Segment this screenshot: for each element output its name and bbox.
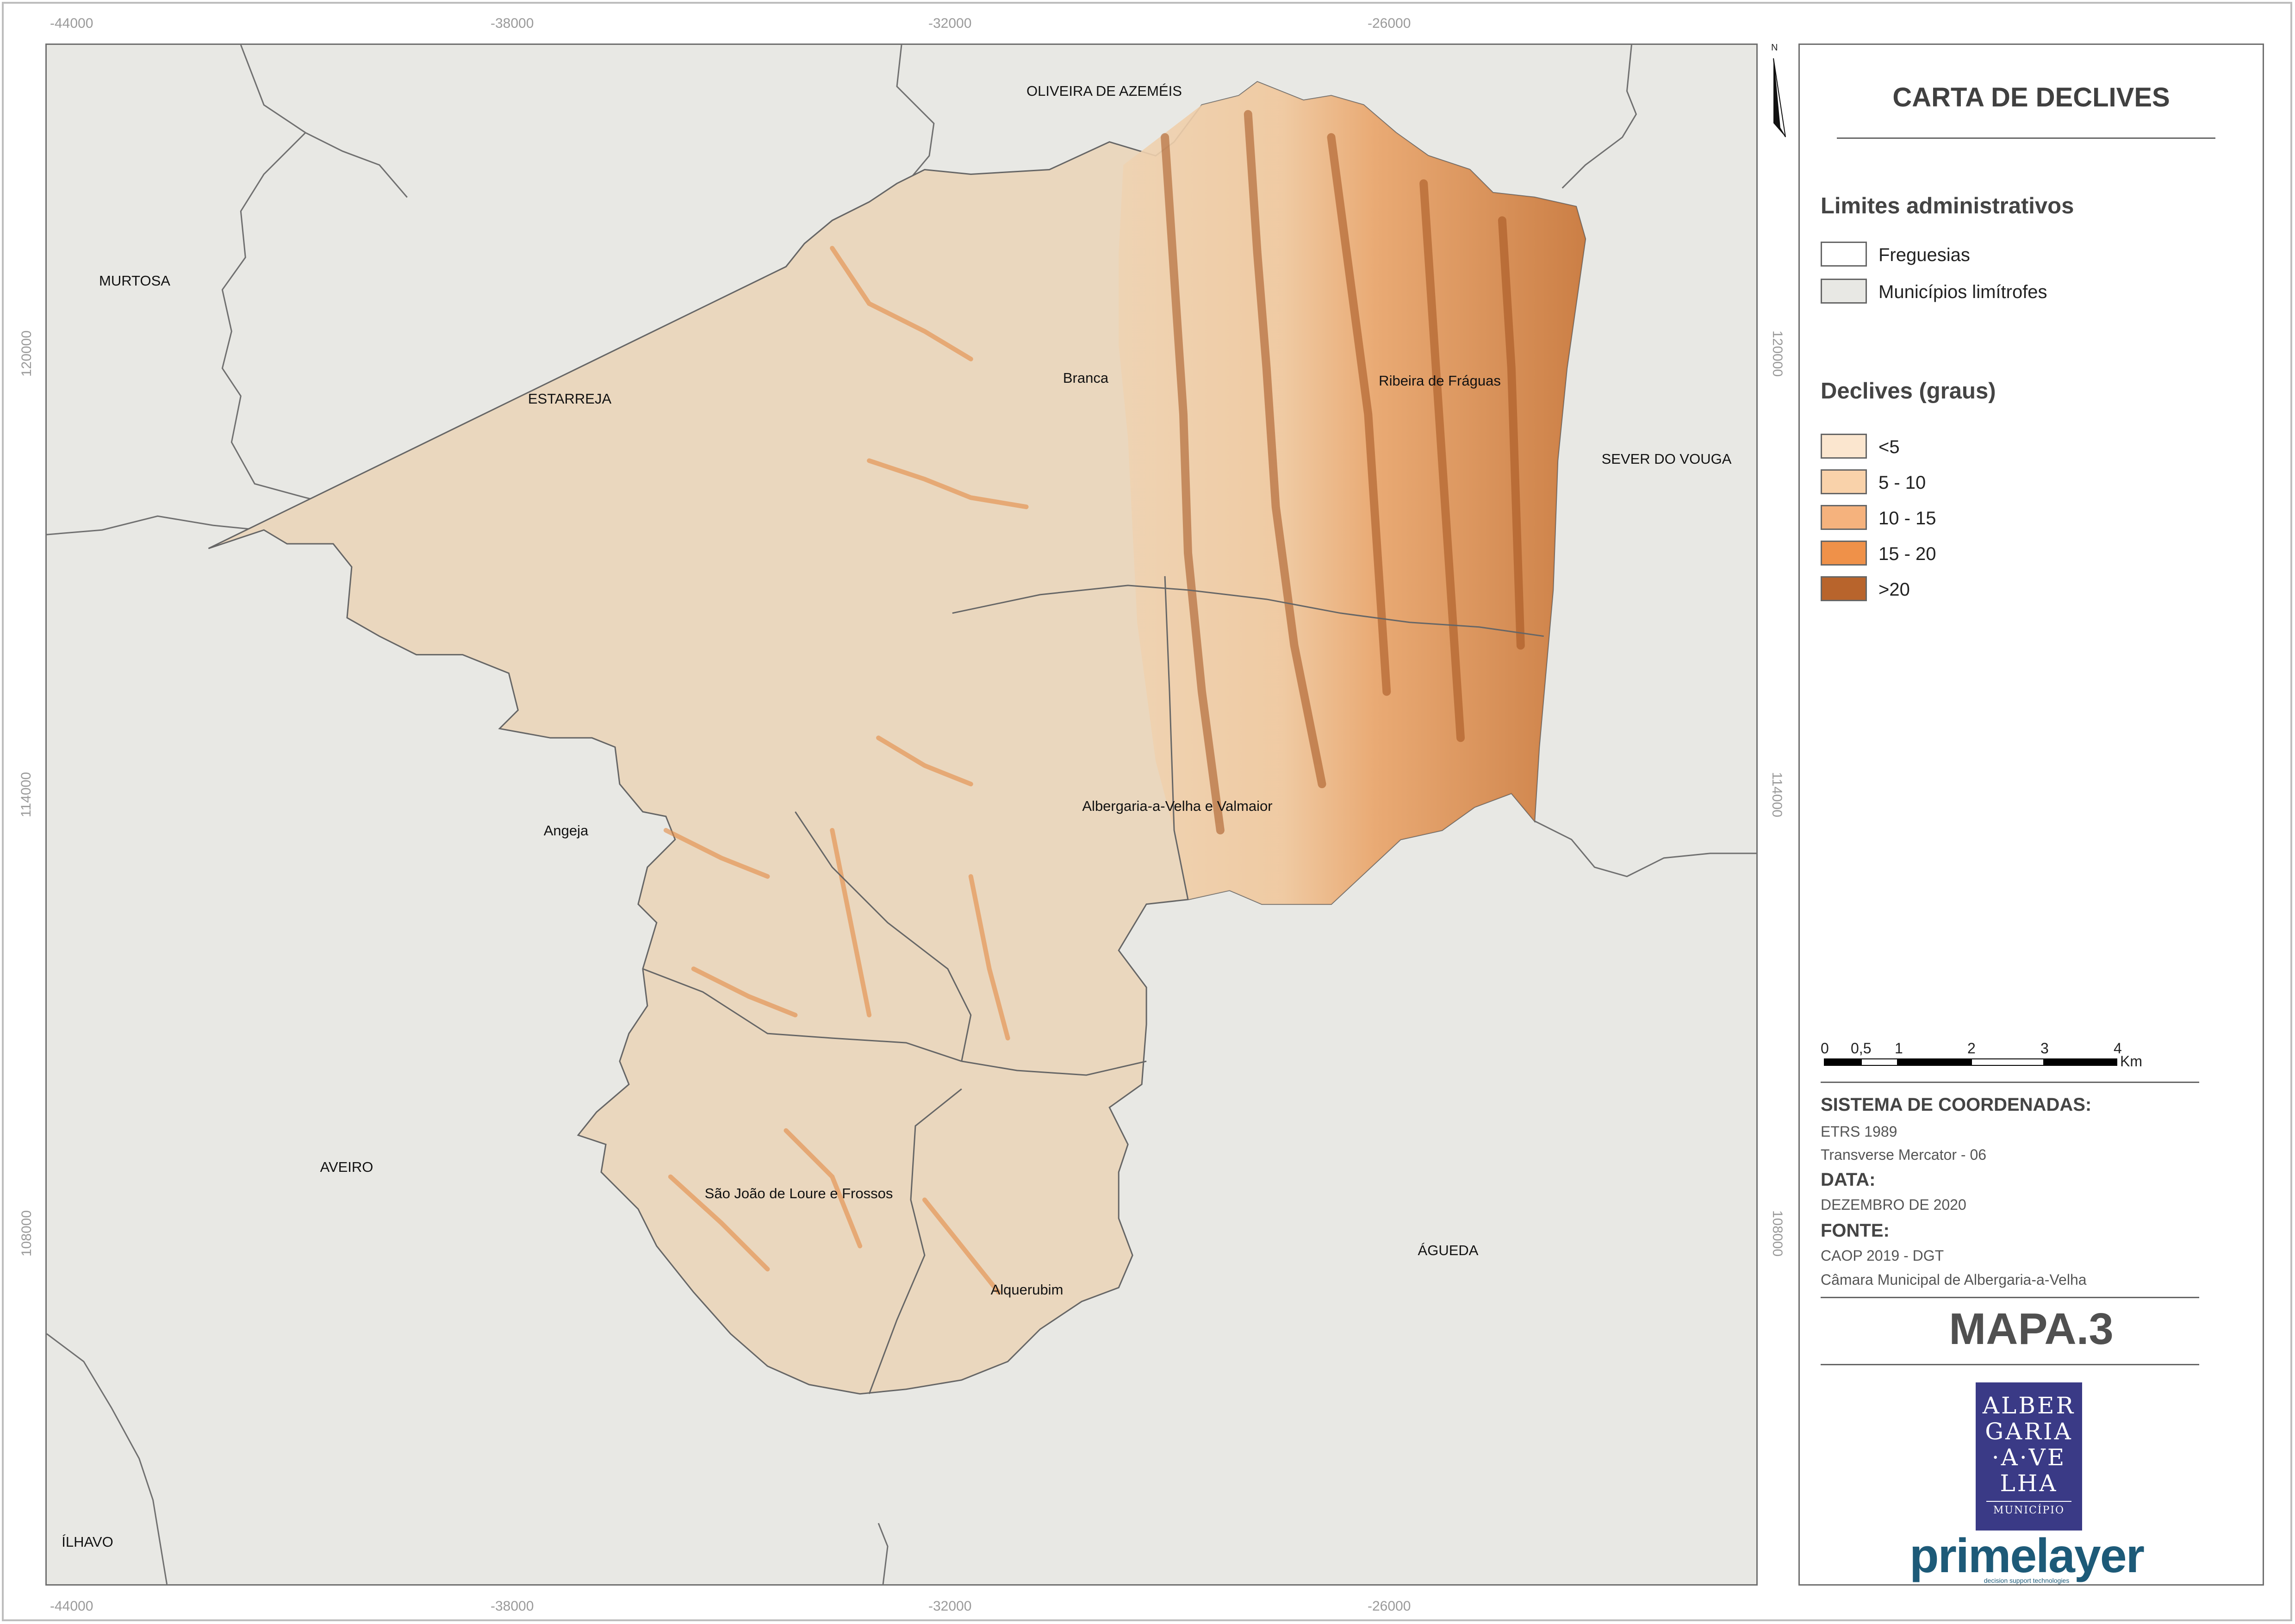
- swatch-slope-4: [1821, 541, 1867, 566]
- y-tick-right-1: 120000: [1770, 330, 1785, 377]
- swatch-slope-5: [1821, 576, 1867, 601]
- x-tick-top-1: -44000: [50, 16, 93, 31]
- slope-label-4: 15 - 20: [1878, 544, 1936, 564]
- municipality-logo: ALBER GARIA ·A·VE LHA MUNICÍPIO: [1976, 1382, 2082, 1531]
- map-number: MAPA.3: [1949, 1304, 2114, 1354]
- x-tick-top-2: -38000: [491, 16, 534, 31]
- x-tick-top-3: -32000: [928, 16, 972, 31]
- slope-label-1: <5: [1878, 437, 1900, 457]
- north-arrow-icon: [1773, 58, 1786, 137]
- company-tagline: decision support technologies: [1984, 1577, 2070, 1584]
- scale-tick-0: 0: [1821, 1040, 1829, 1057]
- x-tick-bottom-2: -38000: [491, 1599, 534, 1614]
- legend-label-municipios: Municípios limítrofes: [1878, 282, 2047, 302]
- label-oliveira-de-azemeis: OLIVEIRA DE AZEMÉIS: [1026, 83, 1182, 99]
- y-tick-left-3: 108000: [19, 1210, 35, 1257]
- label-ilhavo: ÍLHAVO: [62, 1534, 113, 1550]
- company-logo: primelayer: [1909, 1529, 2145, 1583]
- label-sao-joao-de-loure: São João de Loure e Frossos: [704, 1185, 893, 1201]
- scale-tick-1: 1: [1895, 1040, 1903, 1057]
- municipality-shape: [208, 81, 1586, 1395]
- coord-heading: SISTEMA DE COORDENADAS:: [1821, 1095, 2092, 1115]
- y-tick-right-2: 114000: [1769, 772, 1785, 817]
- slope-label-2: 5 - 10: [1878, 473, 1926, 493]
- map-panel[interactable]: OLIVEIRA DE AZEMÉIS MURTOSA ESTARREJA SE…: [45, 44, 1758, 1586]
- coord-line-2: Transverse Mercator - 06: [1821, 1146, 1987, 1163]
- label-alquerubim: Alquerubim: [990, 1282, 1064, 1298]
- logo-line-2: GARIA: [1985, 1418, 2073, 1445]
- label-estarreja: ESTARREJA: [528, 391, 612, 407]
- meta-divider-2: [1821, 1297, 2199, 1298]
- source-line-2: Câmara Municipal de Albergaria-a-Velha: [1821, 1271, 2087, 1288]
- slope-label-3: 10 - 15: [1878, 508, 1936, 529]
- label-ribeira-de-fraguas: Ribeira de Fráguas: [1379, 373, 1501, 389]
- label-sever-do-vouga: SEVER DO VOUGA: [1601, 451, 1732, 467]
- x-tick-bottom-4: -26000: [1368, 1599, 1411, 1614]
- x-tick-bottom-3: -32000: [928, 1599, 972, 1614]
- label-angeja: Angeja: [543, 822, 589, 839]
- admin-limits-heading: Limites administrativos: [1821, 193, 2074, 218]
- date-heading: DATA:: [1821, 1170, 1876, 1190]
- label-aveiro: AVEIRO: [320, 1159, 373, 1175]
- coord-line-1: ETRS 1989: [1821, 1123, 1897, 1140]
- scale-tick-2: 2: [1967, 1040, 1976, 1057]
- swatch-slope-1: [1821, 434, 1867, 459]
- map-canvas: [47, 45, 1756, 1584]
- swatch-slope-3: [1821, 505, 1867, 530]
- meta-divider-1: [1821, 1082, 2199, 1083]
- label-murtosa: MURTOSA: [99, 273, 170, 289]
- meta-divider-3: [1821, 1364, 2199, 1365]
- label-albergaria-valmaior: Albergaria-a-Velha e Valmaior: [1082, 798, 1273, 814]
- source-line-1: CAOP 2019 - DGT: [1821, 1247, 1944, 1264]
- y-tick-right-3: 108000: [1770, 1210, 1785, 1257]
- slope-label-5: >20: [1878, 579, 1910, 600]
- scale-tick-3: 3: [2040, 1040, 2049, 1057]
- x-tick-bottom-1: -44000: [50, 1599, 93, 1614]
- swatch-slope-2: [1821, 469, 1867, 494]
- date-value: DEZEMBRO DE 2020: [1821, 1196, 1966, 1213]
- slope-heading: Declives (graus): [1821, 379, 1996, 404]
- legend-panel: CARTA DE DECLIVES Limites administrativo…: [1798, 44, 2264, 1586]
- logo-line-3: ·A·VE: [1991, 1444, 2066, 1471]
- x-tick-top-4: -26000: [1368, 16, 1411, 31]
- y-tick-left-2: 114000: [18, 772, 34, 817]
- logo-line-1: ALBER: [1982, 1392, 2076, 1419]
- title-divider: [1837, 137, 2215, 139]
- swatch-municipios: [1821, 279, 1867, 304]
- source-heading: FONTE:: [1821, 1220, 1890, 1241]
- label-branca: Branca: [1063, 370, 1109, 386]
- logo-line-4: LHA: [2000, 1470, 2058, 1497]
- legend-label-freguesias: Freguesias: [1878, 245, 1970, 265]
- swatch-freguesias: [1821, 242, 1867, 267]
- scale-tick-05: 0,5: [1851, 1040, 1872, 1057]
- label-agueda: ÁGUEDA: [1418, 1242, 1479, 1258]
- map-title: CARTA DE DECLIVES: [1892, 82, 2170, 112]
- logo-sub: MUNICÍPIO: [1986, 1501, 2071, 1516]
- y-tick-left-1: 120000: [19, 330, 35, 377]
- scale-unit: Km: [2120, 1053, 2142, 1070]
